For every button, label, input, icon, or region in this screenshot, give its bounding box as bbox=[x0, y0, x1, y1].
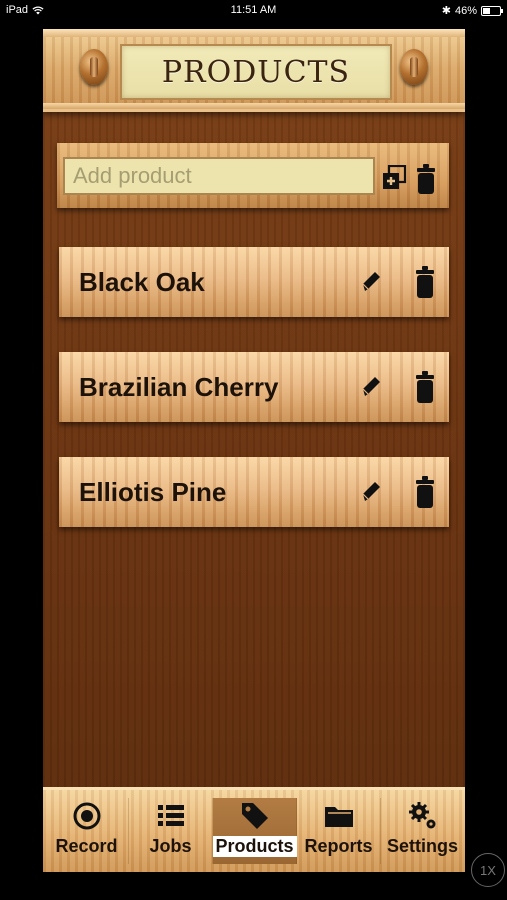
tab-icon-wrap bbox=[157, 798, 185, 834]
trash-icon[interactable] bbox=[415, 476, 435, 508]
add-product-row bbox=[57, 143, 449, 208]
tab-label: Reports bbox=[304, 836, 373, 856]
tab-icon-wrap bbox=[324, 798, 354, 834]
tab-icon-wrap bbox=[240, 798, 270, 834]
record-icon bbox=[73, 802, 100, 830]
tab-reports[interactable]: Reports bbox=[297, 798, 381, 864]
product-row[interactable]: Elliotis Pine bbox=[59, 457, 449, 527]
zoom-button[interactable]: 1X bbox=[471, 853, 505, 887]
status-right: ✱ 46% bbox=[441, 4, 503, 17]
tab-label: Record bbox=[55, 836, 118, 856]
list-icon bbox=[157, 805, 184, 826]
battery-fill bbox=[483, 7, 490, 14]
tab-label: Settings bbox=[386, 836, 458, 856]
tab-icon-wrap bbox=[408, 798, 438, 834]
status-bar: iPad 11:51 AM ✱ 46% bbox=[0, 0, 507, 20]
battery-icon bbox=[481, 5, 503, 16]
add-copy-icon[interactable] bbox=[381, 165, 407, 191]
trash-icon[interactable] bbox=[415, 266, 435, 298]
battery-percent: 46% bbox=[454, 4, 477, 17]
right-knob-icon bbox=[400, 49, 428, 85]
tab-products[interactable]: Products bbox=[212, 798, 297, 864]
app-window: PRODUCTS Black Oak Brazilian Cherr bbox=[43, 29, 465, 872]
tab-jobs[interactable]: Jobs bbox=[129, 798, 213, 864]
product-row[interactable]: Black Oak bbox=[59, 247, 449, 317]
product-row[interactable]: Brazilian Cherry bbox=[59, 352, 449, 422]
title-plate: PRODUCTS bbox=[120, 44, 392, 100]
pencil-icon[interactable] bbox=[361, 269, 383, 293]
tab-record[interactable]: Record bbox=[45, 798, 129, 864]
tab-label: Jobs bbox=[149, 836, 192, 856]
tags-icon bbox=[241, 803, 268, 829]
header-top-strip bbox=[43, 29, 465, 37]
pencil-icon[interactable] bbox=[361, 479, 383, 503]
folder-icon bbox=[324, 807, 353, 827]
bluetooth-icon: ✱ bbox=[441, 5, 451, 17]
trash-icon[interactable] bbox=[415, 371, 435, 403]
left-knob-icon bbox=[80, 49, 108, 85]
tab-icon-wrap bbox=[73, 798, 101, 834]
tab-label: Products bbox=[212, 836, 297, 857]
header: PRODUCTS bbox=[43, 29, 465, 112]
tab-bar: Record Jobs Products Reports Settings bbox=[43, 787, 465, 872]
product-name: Elliotis Pine bbox=[79, 477, 227, 507]
gears-icon bbox=[408, 802, 435, 829]
product-name: Brazilian Cherry bbox=[79, 372, 279, 402]
pencil-icon[interactable] bbox=[361, 374, 383, 398]
clear-input-trash-icon[interactable] bbox=[416, 164, 436, 194]
header-bottom-strip bbox=[43, 103, 465, 109]
page-title: PRODUCTS bbox=[161, 54, 351, 90]
status-time: 11:51 AM bbox=[230, 4, 277, 16]
tab-settings[interactable]: Settings bbox=[381, 798, 464, 864]
product-name: Black Oak bbox=[79, 267, 205, 297]
add-product-input[interactable] bbox=[63, 157, 375, 195]
